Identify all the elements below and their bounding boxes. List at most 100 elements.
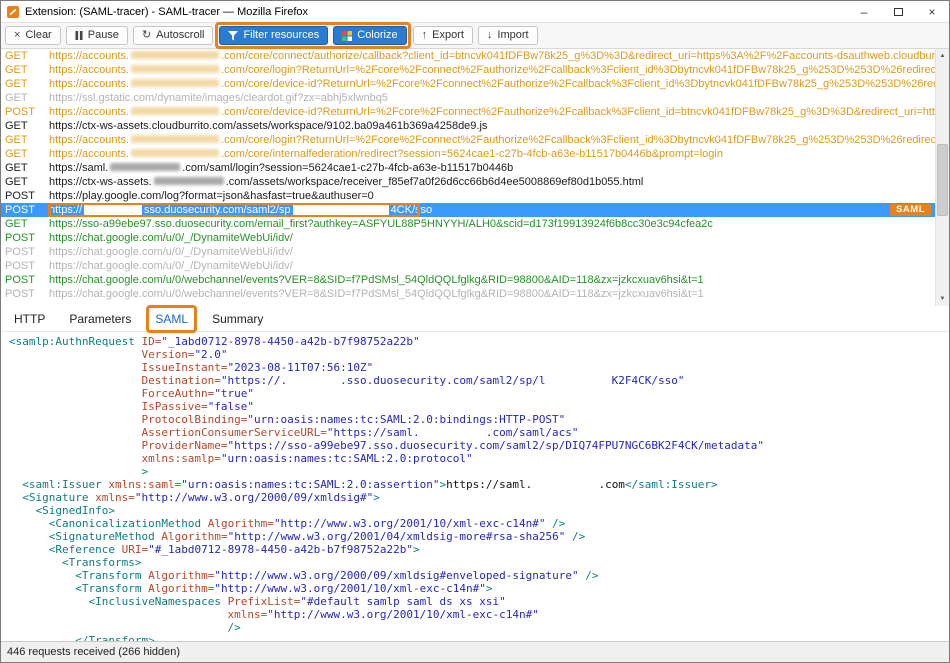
close-button[interactable]: × bbox=[915, 1, 949, 22]
saml-badge: SAML bbox=[890, 204, 931, 216]
saml-xml-view: <samlp:AuthnRequest ID="_1abd0712-8978-4… bbox=[1, 332, 949, 641]
colorize-button[interactable]: Colorize bbox=[333, 26, 406, 45]
clear-button[interactable]: × Clear bbox=[5, 26, 61, 45]
xml-line: ForceAuthn="true" bbox=[9, 387, 949, 400]
scroll-down-arrow[interactable]: ▼ bbox=[936, 292, 949, 306]
autoscroll-icon: ↻ bbox=[142, 30, 151, 41]
request-row[interactable]: GEThttps://accounts..com/core/login?Retu… bbox=[1, 133, 935, 147]
xml-line: Version="2.0" bbox=[9, 348, 949, 361]
autoscroll-button[interactable]: ↻ Autoscroll bbox=[133, 26, 214, 45]
request-row[interactable]: GEThttps://accounts..com/core/connect/au… bbox=[1, 49, 935, 63]
import-icon: ↓ bbox=[487, 30, 493, 41]
request-method: GET bbox=[5, 217, 49, 231]
request-method: GET bbox=[5, 91, 49, 105]
toolbar: × Clear Pause ↻ Autoscroll Filter resour… bbox=[1, 23, 949, 49]
request-row[interactable]: POSThttps://play.google.com/log?format=j… bbox=[1, 189, 935, 203]
xml-line: <Transforms> bbox=[9, 556, 949, 569]
request-row[interactable]: GEThttps://accounts..com/core/login?Retu… bbox=[1, 63, 935, 77]
request-url: https://accounts..com/core/internalfeder… bbox=[49, 147, 935, 161]
list-scrollbar[interactable]: ▲ ▼ bbox=[935, 49, 949, 306]
request-method: POST bbox=[5, 287, 49, 301]
xml-line: </Transform> bbox=[9, 634, 949, 641]
xml-line: <SignatureMethod Algorithm="http://www.w… bbox=[9, 530, 949, 543]
request-method: GET bbox=[5, 63, 49, 77]
scroll-up-arrow[interactable]: ▲ bbox=[936, 49, 949, 63]
saml-tracer-window: Extension: (SAML-tracer) - SAML-tracer —… bbox=[0, 0, 950, 663]
tab-summary[interactable]: Summary bbox=[211, 310, 264, 328]
tab-saml-label: SAML bbox=[155, 312, 188, 326]
request-method: POST bbox=[5, 105, 49, 119]
request-method: POST bbox=[5, 245, 49, 259]
scrollbar-thumb[interactable] bbox=[937, 144, 948, 216]
request-url: https://accounts..com/core/device-id?Ret… bbox=[49, 105, 935, 119]
xml-line: <InclusiveNamespaces PrefixList="#defaul… bbox=[9, 595, 949, 608]
xml-line: <Transform Algorithm="http://www.w3.org/… bbox=[9, 569, 949, 582]
redacted-text bbox=[131, 79, 219, 87]
xml-line: <saml:Issuer xmlns:saml="urn:oasis:names… bbox=[9, 478, 949, 491]
autoscroll-label: Autoscroll bbox=[156, 30, 204, 41]
request-row[interactable]: GEThttps://saml..com/saml/login?session=… bbox=[1, 161, 935, 175]
funnel-icon bbox=[228, 31, 238, 41]
xml-line: <Reference URI="#_1abd0712-8978-4450-a42… bbox=[9, 543, 949, 556]
redacted-text bbox=[131, 51, 219, 59]
request-row[interactable]: GEThttps://ssl.gstatic.com/dynamite/imag… bbox=[1, 91, 935, 105]
filter-colorize-group: Filter resources Colorize bbox=[218, 26, 407, 45]
xml-line: ProviderName="https://sso-a99ebe97.sso.d… bbox=[9, 439, 949, 452]
clear-icon: × bbox=[14, 30, 20, 41]
xml-line: ProtocolBinding="urn:oasis:names:tc:SAML… bbox=[9, 413, 949, 426]
request-url: https://accounts..com/core/login?ReturnU… bbox=[49, 63, 935, 77]
request-method: POST bbox=[5, 259, 49, 273]
clear-label: Clear bbox=[25, 30, 51, 41]
request-row[interactable]: POSThttps://chat.google.com/u/0/_/Dynami… bbox=[1, 259, 935, 273]
pause-button[interactable]: Pause bbox=[66, 26, 128, 45]
request-url: https://chat.google.com/u/0/_/DynamiteWe… bbox=[49, 259, 935, 273]
tab-http[interactable]: HTTP bbox=[13, 310, 46, 328]
titlebar: Extension: (SAML-tracer) - SAML-tracer —… bbox=[1, 1, 949, 23]
minimize-button[interactable]: – bbox=[847, 1, 881, 22]
xml-line: <Signature xmlns="http://www.w3.org/2000… bbox=[9, 491, 949, 504]
request-row[interactable]: GEThttps://accounts..com/core/internalfe… bbox=[1, 147, 935, 161]
xml-line: IsPassive="false" bbox=[9, 400, 949, 413]
request-row[interactable]: GEThttps://ctx-ws-assets..com/assets/wor… bbox=[1, 175, 935, 189]
export-button[interactable]: ↑ Export bbox=[413, 26, 473, 45]
tab-parameters[interactable]: Parameters bbox=[68, 310, 132, 328]
request-row[interactable]: POSThttps://accounts..com/core/device-id… bbox=[1, 105, 935, 119]
request-row[interactable]: POSThttps://chat.google.com/u/0/_/Dynami… bbox=[1, 245, 935, 259]
request-method: GET bbox=[5, 133, 49, 147]
import-button[interactable]: ↓ Import bbox=[478, 26, 538, 45]
xml-line: <CanonicalizationMethod Algorithm="http:… bbox=[9, 517, 949, 530]
request-url: https://chat.google.com/u/0/webchannel/e… bbox=[49, 273, 935, 287]
request-row[interactable]: GEThttps://sso-a99ebe97.sso.duosecurity.… bbox=[1, 217, 935, 231]
import-label: Import bbox=[497, 30, 528, 41]
request-method: POST bbox=[5, 273, 49, 287]
request-url: https://sso.duosecurity.com/saml2/sp4CK/… bbox=[49, 203, 935, 217]
request-url: https://accounts..com/core/connect/autho… bbox=[49, 49, 935, 63]
request-method: POST bbox=[5, 189, 49, 203]
request-list: GEThttps://accounts..com/core/connect/au… bbox=[1, 49, 935, 301]
request-row[interactable]: POSThttps://chat.google.com/u/0/webchann… bbox=[1, 287, 935, 301]
xml-line: AssertionConsumerServiceURL="https://sam… bbox=[9, 426, 949, 439]
redacted-text bbox=[110, 163, 180, 171]
xml-line: > bbox=[9, 465, 949, 478]
redacted-text bbox=[84, 204, 142, 215]
request-row[interactable]: GEThttps://accounts..com/core/device-id?… bbox=[1, 77, 935, 91]
request-url: https://chat.google.com/u/0/_/DynamiteWe… bbox=[49, 245, 935, 259]
xml-line: Destination="https://. .sso.duosecurity.… bbox=[9, 374, 949, 387]
export-label: Export bbox=[432, 30, 464, 41]
maximize-button[interactable] bbox=[881, 1, 915, 22]
request-row[interactable]: POSThttps://chat.google.com/u/0/webchann… bbox=[1, 273, 935, 287]
request-row[interactable]: POSThttps://chat.google.com/u/0/_/Dynami… bbox=[1, 231, 935, 245]
request-row[interactable]: POSThttps://sso.duosecurity.com/saml2/sp… bbox=[1, 203, 935, 217]
redacted-text bbox=[131, 135, 219, 143]
xml-line: IssueInstant="2023-08-11T07:56:10Z" bbox=[9, 361, 949, 374]
status-text: 446 requests received (266 hidden) bbox=[7, 646, 180, 658]
request-row[interactable]: GEThttps://ctx-ws-assets.cloudburrito.co… bbox=[1, 119, 935, 133]
request-list-pane: GEThttps://accounts..com/core/connect/au… bbox=[1, 49, 949, 306]
tab-saml[interactable]: SAML bbox=[154, 310, 189, 328]
filter-resources-button[interactable]: Filter resources bbox=[219, 26, 328, 45]
request-method: GET bbox=[5, 119, 49, 133]
redacted-text bbox=[293, 204, 389, 215]
request-url: https://saml..com/saml/login?session=562… bbox=[49, 161, 935, 175]
request-method: POST bbox=[5, 231, 49, 245]
pause-label: Pause bbox=[88, 30, 119, 41]
